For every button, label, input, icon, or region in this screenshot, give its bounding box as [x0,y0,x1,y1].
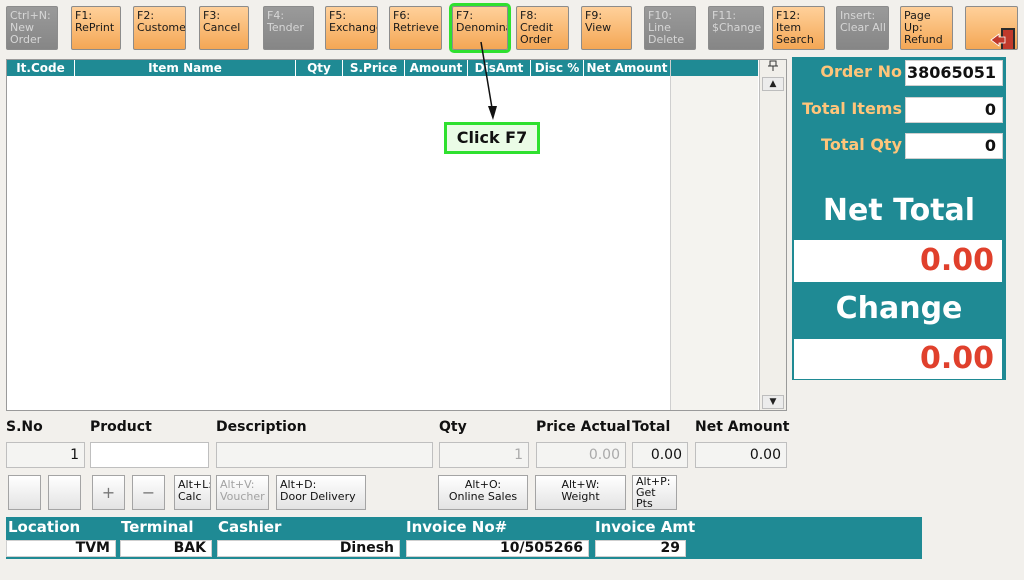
get-points-button[interactable]: Alt+P: Get Pts [632,475,677,510]
total-items-label: Total Items [802,99,902,118]
order-no-value: 38065051 [905,60,1003,86]
location-value: TVM [6,540,116,557]
grid-header: It.Code Item Name Qty S.Price Amount Dis… [7,60,670,76]
column-header-net-amount[interactable]: Net Amount [584,60,670,76]
change-label: Change [835,291,963,326]
summary-panel: Order No 38065051 Total Items 0 Total Qt… [792,57,1006,380]
column-header-qty[interactable]: Qty [296,60,343,76]
price-actual-field: 0.00 [536,442,626,468]
new-order-button[interactable]: Ctrl+N: New Order [6,6,58,50]
item-grid[interactable]: It.Code Item Name Qty S.Price Amount Dis… [6,59,787,411]
view-button[interactable]: F9: View [581,6,632,50]
total-field: 0.00 [632,442,688,468]
description-field [216,442,433,468]
cashier-label: Cashier [218,518,282,536]
total-qty-value: 0 [905,133,1003,159]
retrieve-button[interactable]: F6: Retrieve [389,6,442,50]
remove-button[interactable]: − [132,475,165,510]
product-label: Product [90,419,152,435]
column-header-sprice[interactable]: S.Price [343,60,405,76]
column-header-amount[interactable]: Amount [405,60,468,76]
price-actual-label: Price Actual [536,419,631,435]
invoice-info-bar: Location Terminal Cashier Invoice No# In… [6,517,922,559]
voucher-button[interactable]: Alt+V: Voucher [216,475,269,510]
qty-input[interactable]: 1 [439,442,529,468]
exchange-button[interactable]: F5: Exchange [325,6,378,50]
weight-button[interactable]: Alt+W: Weight [535,475,626,510]
door-delivery-button[interactable]: Alt+D: Door Delivery [276,475,366,510]
online-sales-button[interactable]: Alt+O: Online Sales [438,475,528,510]
terminal-label: Terminal [121,518,194,536]
item-search-button[interactable]: F12: Item Search [772,6,825,50]
calc-button[interactable]: Alt+L: Calc [174,475,211,510]
line-delete-button[interactable]: F10: Line Delete [644,6,696,50]
tender-button[interactable]: F4: Tender [263,6,314,50]
invoice-no-value: 10/505266 [406,540,589,557]
sno-label: S.No [6,419,43,435]
net-total-value: 0.00 [794,240,1002,282]
pin-icon[interactable] [762,60,784,74]
minus-icon: − [141,483,156,502]
net-total-label: Net Total [822,193,976,228]
total-qty-label: Total Qty [821,135,902,154]
move-down-button[interactable] [48,475,81,510]
net-amount-field: 0.00 [695,442,787,468]
credit-order-button[interactable]: F8: Credit Order [516,6,569,50]
column-header-itcode[interactable]: It.Code [7,60,75,76]
cancel-button[interactable]: F3: Cancel [199,6,249,50]
invoice-amt-value: 29 [595,540,686,557]
clear-all-button[interactable]: Insert: Clear All [836,6,889,50]
total-label: Total [632,419,671,435]
click-f7-callout: Click F7 [444,122,540,154]
total-items-value: 0 [905,97,1003,123]
change-value: 0.00 [794,339,1002,379]
move-up-button[interactable] [8,475,41,510]
column-header-disc-pct[interactable]: Disc % [531,60,584,76]
scroll-up-icon[interactable]: ▲ [762,77,784,91]
qty-label: Qty [439,419,467,435]
invoice-no-label: Invoice No# [406,518,508,536]
exit-button[interactable] [965,6,1018,50]
refund-button[interactable]: Page Up: Refund [900,6,953,50]
product-input[interactable] [90,442,209,468]
callout-arrow [480,41,497,120]
order-no-label: Order No [820,62,902,81]
column-header-item-name[interactable]: Item Name [75,60,296,76]
customer-button[interactable]: F2: Customer [133,6,186,50]
reprint-button[interactable]: F1: RePrint [71,6,121,50]
net-amount-label: Net Amount [695,419,790,435]
change-button[interactable]: F11: $Change [708,6,764,50]
scroll-down-icon[interactable]: ▼ [762,395,784,409]
add-button[interactable]: + [92,475,125,510]
grid-empty-area [670,60,758,410]
plus-icon: + [101,483,116,502]
exit-door-icon [990,28,1015,49]
location-label: Location [8,518,81,536]
cashier-value: Dinesh [217,540,400,557]
grid-scrollbar[interactable]: ▲ ▼ [759,60,786,410]
sno-field: 1 [6,442,85,468]
terminal-value: BAK [120,540,212,557]
description-label: Description [216,419,307,435]
invoice-amt-label: Invoice Amt [595,518,696,536]
